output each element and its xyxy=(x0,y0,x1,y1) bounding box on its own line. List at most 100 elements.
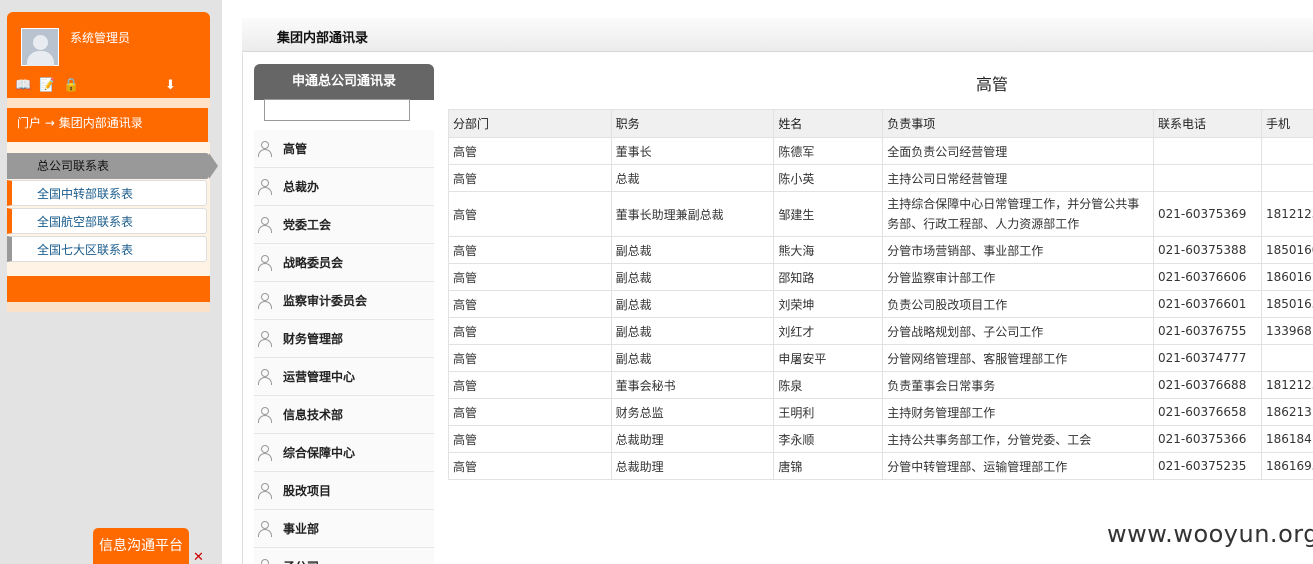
table-cell: 1812123 xyxy=(1260,191,1313,237)
person-icon xyxy=(257,520,273,537)
table-cell: 陈泉 xyxy=(773,371,884,399)
table-cell: 总裁 xyxy=(610,164,775,192)
notes-icon[interactable]: 📝 xyxy=(39,78,55,94)
department-label: 监察审计委员会 xyxy=(283,294,368,308)
department-item[interactable]: 股改项目 xyxy=(254,472,434,510)
person-icon xyxy=(257,368,273,385)
table-cell: 021-60375388 xyxy=(1153,236,1262,264)
divider xyxy=(7,302,210,312)
table-row: 高管财务总监王明利主持财务管理部工作021-603766581862131 xyxy=(448,398,1313,426)
table-cell: 高管 xyxy=(448,236,612,264)
sidebar-item-label: 全国航空部联系表 xyxy=(37,215,134,229)
table-cell: 副总裁 xyxy=(610,263,775,291)
sidebar-item-label: 全国七大区联系表 xyxy=(37,243,134,257)
table-cell: 021-60376658 xyxy=(1153,398,1262,426)
department-item[interactable]: 事业部 xyxy=(254,510,434,548)
table-cell: 分管战略规划部、子公司工作 xyxy=(882,317,1155,345)
department-label: 运营管理中心 xyxy=(283,370,356,384)
sidebar-item-region-contacts[interactable]: 全国七大区联系表 xyxy=(7,236,207,262)
table-cell: 熊大海 xyxy=(773,236,884,264)
department-item[interactable]: 总裁办 xyxy=(254,168,434,206)
table-cell xyxy=(1260,164,1313,192)
table-cell: 分管网络管理部、客服管理部工作 xyxy=(882,344,1155,372)
person-icon xyxy=(257,482,273,499)
table-cell: 1861841 xyxy=(1260,425,1313,453)
department-label: 总裁办 xyxy=(283,180,320,194)
table-cell: 刘荣坤 xyxy=(773,290,884,318)
breadcrumb-home[interactable]: 门户 xyxy=(17,116,41,130)
department-label: 股改项目 xyxy=(283,484,332,498)
download-icon[interactable]: ⬇ xyxy=(165,78,176,94)
department-item[interactable]: 子公司 xyxy=(254,548,434,564)
table-cell xyxy=(1260,344,1313,372)
column-header: 分部门 xyxy=(448,109,612,138)
user-box: 系统管理员 📖 📝 🔒 ⬇ xyxy=(7,12,210,98)
department-label: 事业部 xyxy=(283,522,320,536)
main-content: 申通总公司通讯录 高管 总裁办 党委工会 战略委员会 监察审计委员会 财务管理部 运营管理中… xyxy=(242,53,1313,564)
table-cell: 021-60376688 xyxy=(1153,371,1262,399)
department-item[interactable]: 高管 xyxy=(254,130,434,168)
left-sidebar: 系统管理员 📖 📝 🔒 ⬇ 门户 → 集团内部通讯录 总公司联系表 全国中转部联… xyxy=(0,0,222,564)
table-cell: 财务总监 xyxy=(610,398,775,426)
column-header: 负责事项 xyxy=(882,109,1155,138)
table-row: 高管副总裁刘红才分管战略规划部、子公司工作021-603767551339681 xyxy=(448,317,1313,345)
department-item[interactable]: 运营管理中心 xyxy=(254,358,434,396)
table-cell: 高管 xyxy=(448,290,612,318)
department-panel: 申通总公司通讯录 高管 总裁办 党委工会 战略委员会 监察审计委员会 财务管理部 运营管理中… xyxy=(254,64,434,564)
table-cell: 高管 xyxy=(448,425,612,453)
table-cell: 邵知路 xyxy=(773,263,884,291)
table-cell: 总裁助理 xyxy=(610,452,775,480)
department-item[interactable]: 信息技术部 xyxy=(254,396,434,434)
table-cell: 高管 xyxy=(448,344,612,372)
close-icon[interactable]: ✕ xyxy=(193,551,206,564)
table-row: 高管 总裁 陈小英 主持公司日常经营管理 xyxy=(448,164,1313,192)
user-toolbar: 📖 📝 🔒 ⬇ xyxy=(15,78,203,94)
table-cell: 高管 xyxy=(448,452,612,480)
table-row: 高管 总裁助理 唐锦 分管中转管理部、运输管理部工作 021-60375235 18616… xyxy=(448,452,1313,480)
person-icon xyxy=(257,558,273,564)
breadcrumb: 门户 → 集团内部通讯录 xyxy=(7,108,208,142)
department-item[interactable]: 战略委员会 xyxy=(254,244,434,282)
table-cell: 1850163 xyxy=(1260,290,1313,318)
department-label: 综合保障中心 xyxy=(283,446,356,460)
table-cell: 副总裁 xyxy=(610,236,775,264)
table-cell: 高管 xyxy=(448,371,612,399)
person-icon xyxy=(257,216,273,233)
table-cell: 高管 xyxy=(448,317,612,345)
table-row: 高管 总裁助理 李永顺 主持公共事务部工作，分管党委、工会 021-60375366 18… xyxy=(448,425,1313,453)
sidebar-item-aviation-contacts[interactable]: 全国航空部联系表 xyxy=(7,208,207,234)
lock-icon[interactable]: 🔒 xyxy=(63,78,79,94)
department-label: 战略委员会 xyxy=(283,256,344,270)
table-cell: 李永顺 xyxy=(773,425,884,453)
department-item[interactable]: 财务管理部 xyxy=(254,320,434,358)
sidebar-item-transfer-contacts[interactable]: 全国中转部联系表 xyxy=(7,180,207,206)
divider xyxy=(7,98,210,108)
table-cell: 分管监察审计部工作 xyxy=(882,263,1155,291)
column-header: 姓名 xyxy=(773,109,884,138)
column-header: 职务 xyxy=(610,109,775,138)
manual-icon[interactable]: 📖 xyxy=(15,78,31,94)
table-cell: 刘红才 xyxy=(773,317,884,345)
table-cell: 021-60376601 xyxy=(1153,290,1262,318)
sidebar-item-label: 全国中转部联系表 xyxy=(37,187,134,201)
department-item[interactable]: 监察审计委员会 xyxy=(254,282,434,320)
table-cell: 副总裁 xyxy=(610,317,775,345)
table-cell: 邹建生 xyxy=(773,191,884,237)
info-platform-button[interactable]: 信息沟通平台 xyxy=(93,528,189,564)
table-cell: 高管 xyxy=(448,398,612,426)
table-cell: 陈小英 xyxy=(773,164,884,192)
sidebar-item-hq-contacts[interactable]: 总公司联系表 xyxy=(7,153,218,179)
department-label: 高管 xyxy=(283,142,308,156)
sidebar-footer-bar xyxy=(7,276,210,302)
breadcrumb-current: 集团内部通讯录 xyxy=(58,116,143,130)
page-title: 集团内部通讯录 xyxy=(277,31,369,46)
table-cell: 1339681 xyxy=(1260,317,1313,345)
department-search-input[interactable] xyxy=(264,99,410,121)
table-cell: 主持财务管理部工作 xyxy=(882,398,1155,426)
department-item[interactable]: 综合保障中心 xyxy=(254,434,434,472)
person-icon xyxy=(257,254,273,271)
department-item[interactable]: 党委工会 xyxy=(254,206,434,244)
breadcrumb-separator: → xyxy=(44,116,55,130)
table-cell: 021-60375369 xyxy=(1153,191,1262,237)
table-cell: 陈德军 xyxy=(773,137,884,165)
